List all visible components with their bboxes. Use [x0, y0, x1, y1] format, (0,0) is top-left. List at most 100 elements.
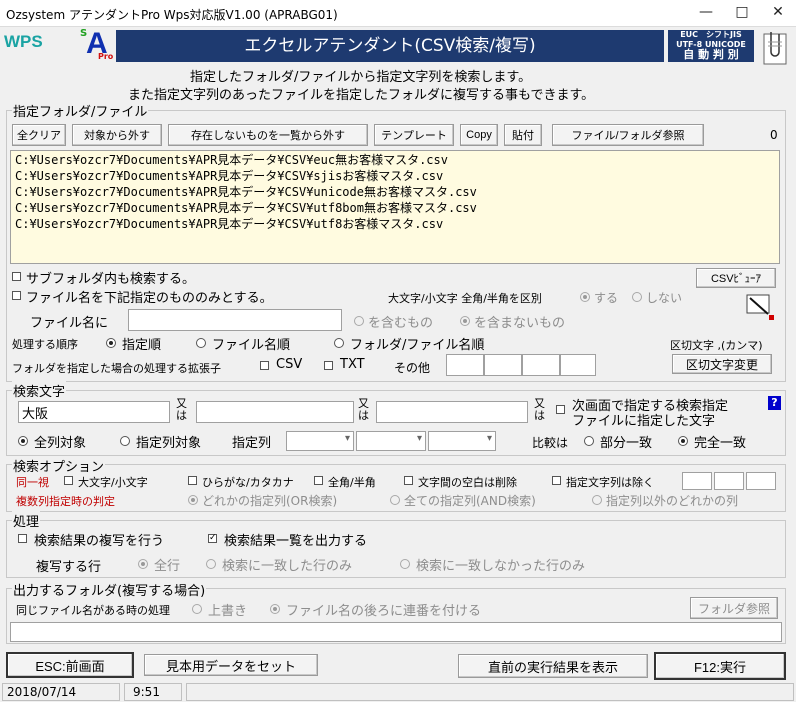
- browse-file-folder-button[interactable]: ファイル/フォルダ参照: [552, 124, 704, 146]
- exclude-input-2[interactable]: [714, 472, 744, 490]
- search-input-3[interactable]: [376, 401, 528, 423]
- ext-txt-label: TXT: [340, 357, 365, 372]
- clear-all-button[interactable]: 全クリア: [12, 124, 66, 146]
- folder-browse-button[interactable]: フォルダ参照: [690, 597, 778, 619]
- case-yes-radio[interactable]: [580, 292, 590, 302]
- set-sample-data-button[interactable]: 見本用データをセット: [144, 654, 318, 676]
- status-blank: [186, 683, 794, 701]
- append-number-radio[interactable]: [270, 604, 280, 614]
- copy-results-checkbox[interactable]: [18, 534, 27, 543]
- copy-unmatched-label: 検索に一致しなかった行のみ: [416, 559, 586, 574]
- partial-match-radio[interactable]: [584, 436, 594, 446]
- contains-radio[interactable]: [354, 316, 364, 326]
- filename-input[interactable]: [128, 309, 342, 331]
- exact-match-radio[interactable]: [678, 436, 688, 446]
- show-last-result-button[interactable]: 直前の実行結果を表示: [458, 654, 648, 678]
- file-list-item[interactable]: C:¥Users¥ozcr7¥Documents¥APR見本データ¥CSV¥un…: [15, 184, 775, 200]
- file-list-item[interactable]: C:¥Users¥ozcr7¥Documents¥APR見本データ¥CSV¥ut…: [15, 200, 775, 216]
- sa-pro-logo: S A Pro: [78, 28, 118, 64]
- overwrite-label: 上書き: [208, 604, 248, 619]
- close-icon[interactable]: ✕: [760, 0, 796, 26]
- opt-exclude-checkbox[interactable]: [552, 476, 561, 485]
- remove-button[interactable]: 対象から外す: [72, 124, 162, 146]
- multi-any-radio[interactable]: [188, 495, 198, 505]
- run-button[interactable]: F12:実行: [654, 652, 786, 680]
- multi-all-radio[interactable]: [390, 495, 400, 505]
- case-sensitive-label: 大文字/小文字 全角/半角を区別: [388, 292, 542, 305]
- copy-button[interactable]: Copy: [460, 124, 498, 146]
- column-select-1[interactable]: [286, 431, 354, 451]
- ext-txt-checkbox[interactable]: [324, 361, 333, 370]
- output-list-checkbox[interactable]: ✓: [208, 534, 217, 543]
- delimiter-change-button[interactable]: 区切文字変更: [672, 354, 772, 374]
- column-select-3[interactable]: [428, 431, 496, 451]
- copy-all-rows-radio[interactable]: [138, 559, 148, 569]
- opt-width-checkbox[interactable]: [314, 476, 323, 485]
- order-folder-radio[interactable]: [334, 338, 344, 348]
- search-input-1[interactable]: 大阪: [18, 401, 170, 423]
- order-specified-radio[interactable]: [106, 338, 116, 348]
- ext-other-input-2[interactable]: [484, 354, 522, 376]
- search-input-2[interactable]: [196, 401, 354, 423]
- exclude-input-1[interactable]: [682, 472, 712, 490]
- all-columns-radio[interactable]: [18, 436, 28, 446]
- file-list-item[interactable]: C:¥Users¥ozcr7¥Documents¥APR見本データ¥CSV¥ut…: [15, 216, 775, 232]
- back-button[interactable]: ESC:前画面: [6, 652, 134, 678]
- exact-match-label: 完全一致: [694, 436, 747, 451]
- ext-other-input-1[interactable]: [446, 354, 484, 376]
- opt-kana-checkbox[interactable]: [188, 476, 197, 485]
- multi-other-radio[interactable]: [592, 495, 602, 505]
- subfolder-checkbox[interactable]: [12, 272, 21, 281]
- intro-line-1: 指定したフォルダ/ファイルから指定文字列を検索します。: [190, 70, 532, 85]
- or-label-2: 又は: [358, 397, 369, 422]
- same-name-label: 同じファイル名がある時の処理: [16, 604, 170, 617]
- case-no-radio[interactable]: [632, 292, 642, 302]
- opt-spaces-checkbox[interactable]: [404, 476, 413, 485]
- file-list[interactable]: C:¥Users¥ozcr7¥Documents¥APR見本データ¥CSV¥eu…: [10, 150, 780, 264]
- ext-other-input-4[interactable]: [560, 354, 596, 376]
- output-folder-label: 出力するフォルダ(複写する場合): [12, 580, 207, 599]
- not-contains-radio[interactable]: [460, 316, 470, 326]
- file-list-item[interactable]: C:¥Users¥ozcr7¥Documents¥APR見本データ¥CSV¥eu…: [15, 152, 775, 168]
- all-columns-label: 全列対象: [34, 436, 87, 451]
- ext-other-input-3[interactable]: [522, 354, 560, 376]
- copy-matched-radio[interactable]: [206, 559, 216, 569]
- paste-button[interactable]: 貼付: [504, 124, 542, 146]
- opt-exclude-label: 指定文字列は除く: [566, 476, 654, 489]
- multi-all-label: 全ての指定列(AND検索): [404, 494, 536, 508]
- encoding-badge: EUC シフトJIS UTF-8 UNICODE 自 動 判 別: [668, 30, 754, 62]
- next-screen-line-2: ファイルに指定した文字: [572, 414, 716, 429]
- next-screen-checkbox[interactable]: [556, 405, 565, 414]
- badge-line-1: EUC シフトJIS: [680, 30, 742, 39]
- opt-kana-label: ひらがな/カタカナ: [202, 476, 294, 489]
- pointer-tool-icon[interactable]: [746, 294, 776, 322]
- overwrite-radio[interactable]: [192, 604, 202, 614]
- delimiter-label: 区切文字 ,(カンマ): [670, 339, 763, 352]
- multi-other-label: 指定列以外のどれかの列: [606, 494, 739, 508]
- subfolder-label: サブフォルダ内も検索する。: [26, 272, 196, 287]
- order-filename-radio[interactable]: [196, 338, 206, 348]
- column-label: 指定列: [232, 436, 272, 451]
- specified-columns-radio[interactable]: [120, 436, 130, 446]
- remove-missing-button[interactable]: 存在しないものを一覧から外す: [168, 124, 368, 146]
- file-list-item[interactable]: C:¥Users¥ozcr7¥Documents¥APR見本データ¥CSV¥sj…: [15, 168, 775, 184]
- template-button[interactable]: テンプレート: [374, 124, 454, 146]
- exclude-input-3[interactable]: [746, 472, 776, 490]
- or-label-1: 又は: [176, 397, 187, 422]
- multi-column-label: 複数列指定時の判定: [16, 495, 115, 508]
- ext-csv-checkbox[interactable]: [260, 361, 269, 370]
- copy-unmatched-radio[interactable]: [400, 559, 410, 569]
- copy-matched-label: 検索に一致した行のみ: [222, 559, 353, 574]
- file-count: 0: [770, 128, 778, 142]
- opt-width-label: 全角/半角: [328, 476, 376, 489]
- maximize-icon[interactable]: □: [724, 0, 760, 26]
- search-group-label: 検索文字: [12, 381, 67, 400]
- opt-case-label: 大文字/小文字: [78, 476, 148, 489]
- help-icon[interactable]: ?: [768, 396, 781, 410]
- column-select-2[interactable]: [356, 431, 426, 451]
- opt-case-checkbox[interactable]: [64, 476, 73, 485]
- minimize-icon[interactable]: —: [688, 0, 724, 26]
- output-folder-input[interactable]: [10, 622, 782, 642]
- csv-viewer-button[interactable]: CSVﾋﾞｭｰｱ: [696, 268, 776, 288]
- filename-only-checkbox[interactable]: [12, 291, 21, 300]
